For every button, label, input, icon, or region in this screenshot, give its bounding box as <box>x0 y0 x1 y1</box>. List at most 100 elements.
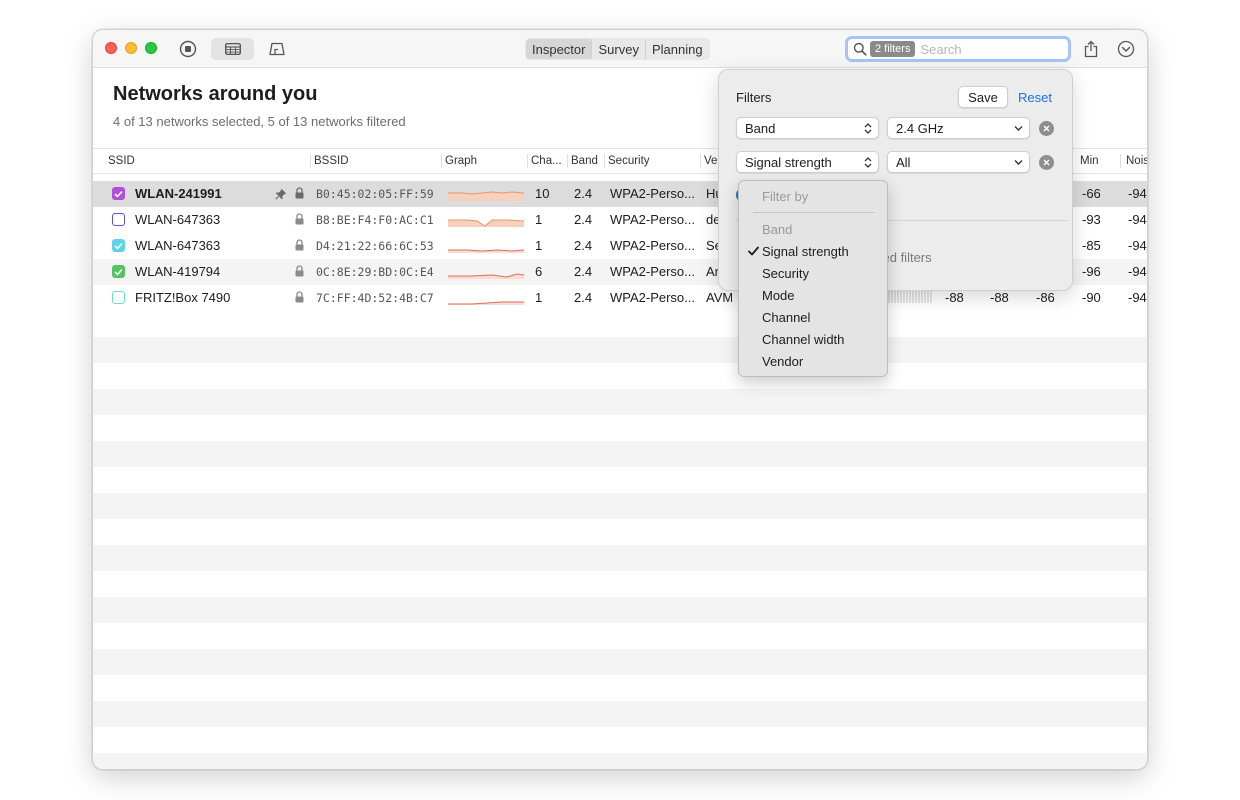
menu-divider <box>753 212 875 213</box>
chevron-down-icon <box>1014 126 1023 131</box>
column-divider[interactable] <box>700 154 701 168</box>
close-icon <box>1043 125 1050 132</box>
column-bssid[interactable]: BSSID <box>314 155 349 167</box>
stop-icon <box>179 40 197 58</box>
mode-tabs: Inspector Survey Planning <box>525 38 710 60</box>
tab-inspector[interactable]: Inspector <box>526 39 592 59</box>
column-ssid[interactable]: SSID <box>108 155 135 167</box>
page-title: Networks around you <box>113 83 318 105</box>
vendor-cell: AVM <box>706 290 732 305</box>
floorplan-icon <box>269 42 285 56</box>
share-button[interactable] <box>1081 38 1101 60</box>
chevron-down-icon <box>1014 160 1023 165</box>
selection-summary: 4 of 13 networks selected, 5 of 13 netwo… <box>113 114 406 129</box>
menu-item-signal-strength[interactable]: Signal strength <box>762 244 849 259</box>
menu-item-channel-width[interactable]: Channel width <box>762 332 844 347</box>
tab-planning[interactable]: Planning <box>644 39 709 59</box>
max-cell: -88 <box>990 290 1009 305</box>
channel-cell: 10 <box>535 186 550 201</box>
reset-filters-button[interactable]: Reset <box>1018 90 1052 105</box>
security-cell: WPA2-Perso... <box>610 238 696 253</box>
filter-field-label: Band <box>745 120 776 136</box>
signal-sparkline <box>448 249 525 253</box>
filter-field-select[interactable]: Band <box>736 117 879 139</box>
column-divider[interactable] <box>1120 154 1121 168</box>
band-cell: 2.4 <box>574 290 593 305</box>
channel-cell: 1 <box>535 212 543 227</box>
column-divider[interactable] <box>310 154 311 168</box>
channel-cell: 6 <box>535 264 543 279</box>
network-checkbox[interactable] <box>112 213 125 226</box>
chevron-up-down-icon <box>864 157 872 168</box>
network-checkbox[interactable] <box>112 187 125 200</box>
search-field[interactable]: 2 filters <box>845 36 1071 62</box>
menu-item-channel[interactable]: Channel <box>762 310 810 325</box>
table-view-button[interactable] <box>211 38 254 60</box>
signal-sparkline <box>448 301 524 305</box>
column-min[interactable]: Min <box>1080 155 1099 167</box>
lock-icon <box>295 291 304 303</box>
avg-cell: -86 <box>1036 290 1055 305</box>
close-window-button[interactable] <box>105 42 117 54</box>
column-band[interactable]: Band <box>571 155 598 167</box>
band-cell: 2.4 <box>574 238 593 253</box>
table-icon <box>224 43 241 55</box>
column-security[interactable]: Security <box>608 155 650 167</box>
menu-item-security[interactable]: Security <box>762 266 809 281</box>
column-graph[interactable]: Graph <box>445 155 477 167</box>
menu-header-filter-by: Filter by <box>762 189 809 204</box>
ssid-cell: WLAN-647363 <box>135 238 221 253</box>
filter-value-select[interactable]: All <box>887 151 1030 173</box>
lock-icon <box>295 187 304 199</box>
menu-item-mode[interactable]: Mode <box>762 288 795 303</box>
min-cell: -90 <box>1082 290 1101 305</box>
column-divider[interactable] <box>441 154 442 168</box>
network-checkbox[interactable] <box>112 291 125 304</box>
minimize-window-button[interactable] <box>125 42 137 54</box>
security-cell: WPA2-Perso... <box>610 264 696 279</box>
signal-sparkline <box>448 219 525 227</box>
close-icon <box>1043 159 1050 166</box>
pin-icon[interactable] <box>275 188 287 200</box>
filter-field-select[interactable]: Signal strength <box>736 151 879 173</box>
filter-value-label: All <box>896 154 911 170</box>
save-filters-button[interactable]: Save <box>958 86 1008 108</box>
column-divider[interactable] <box>527 154 528 168</box>
remove-filter-button[interactable] <box>1039 155 1054 170</box>
checkmark-icon <box>114 190 123 198</box>
bssid-cell: 0C:8E:29:BD:0C:E4 <box>316 265 434 279</box>
network-checkbox[interactable] <box>112 265 125 278</box>
tab-survey[interactable]: Survey <box>591 39 644 59</box>
column-noise[interactable]: Nois <box>1126 155 1147 167</box>
checkmark-icon <box>748 246 759 256</box>
ssid-cell: WLAN-419794 <box>135 264 221 279</box>
signal-sparkline <box>448 273 525 279</box>
remove-filter-button[interactable] <box>1039 121 1054 136</box>
search-input[interactable] <box>920 41 1031 57</box>
map-view-button[interactable] <box>263 38 291 60</box>
chevron-up-down-icon <box>864 123 872 134</box>
more-options-button[interactable] <box>1115 38 1137 60</box>
titlebar: Inspector Survey Planning 2 filters <box>93 30 1147 68</box>
signal-sparkline <box>448 191 525 201</box>
noise-cell: -94 <box>1128 186 1147 201</box>
menu-item-vendor[interactable]: Vendor <box>762 354 803 369</box>
column-divider[interactable] <box>567 154 568 168</box>
ssid-cell: FRITZ!Box 7490 <box>135 290 231 305</box>
lock-icon <box>295 265 304 277</box>
zoom-window-button[interactable] <box>145 42 157 54</box>
stop-scan-button[interactable] <box>177 38 199 60</box>
lock-icon <box>295 239 304 251</box>
filter-count-token[interactable]: 2 filters <box>870 41 916 57</box>
column-divider[interactable] <box>604 154 605 168</box>
channel-cell: 1 <box>535 238 543 253</box>
security-cell: WPA2-Perso... <box>610 186 696 201</box>
network-checkbox[interactable] <box>112 239 125 252</box>
noise-cell: -94 <box>1128 264 1147 279</box>
bssid-cell: B0:45:02:05:FF:59 <box>316 187 434 201</box>
column-channel[interactable]: Cha... <box>531 155 563 167</box>
chevron-down-circle-icon <box>1117 40 1135 58</box>
min-cell: -93 <box>1082 212 1101 227</box>
filter-value-select[interactable]: 2.4 GHz <box>887 117 1030 139</box>
column-vendor[interactable]: Ve <box>704 155 717 167</box>
